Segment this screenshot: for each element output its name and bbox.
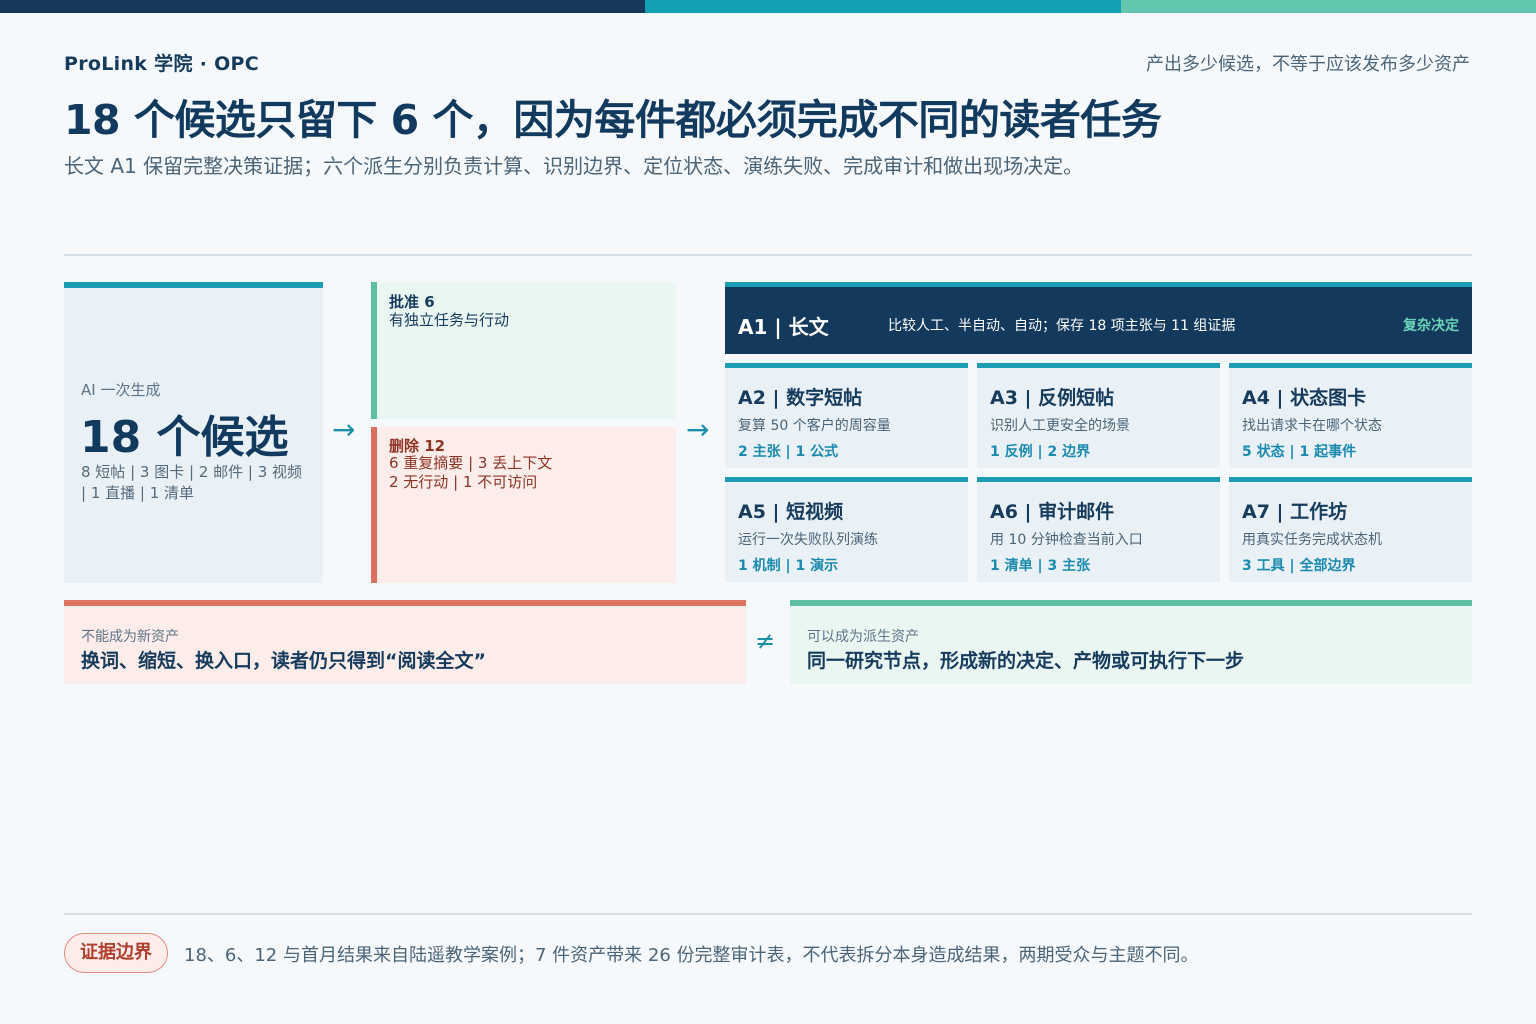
footer-divider (64, 913, 1472, 915)
footer-note: 18、6、12 与首月结果来自陆遥教学案例；7 件资产带来 26 份完整审计表，… (184, 945, 1199, 966)
evidence-boundary-badge: 证据边界 (64, 933, 168, 973)
asset-card-a6: A6 | 审计邮件 用 10 分钟检查当前入口 1 清单 | 3 主张 (977, 477, 1220, 582)
asset-card-desc: 识别人工更安全的场景 (990, 418, 1130, 434)
page-title: 18 个候选只留下 6 个，因为每件都必须完成不同的读者任务 (64, 96, 1162, 144)
brand-label: ProLink 学院 · OPC (64, 53, 260, 75)
top-divider (64, 254, 1472, 256)
asset-card-meta: 1 机制 | 1 演示 (738, 558, 839, 574)
can-label: 可以成为派生资产 (807, 629, 919, 645)
asset-card-desc: 复算 50 个客户的周容量 (738, 418, 891, 434)
main-asset-banner: A1 | 长文 比较人工、半自动、自动；保存 18 项主张与 11 组证据 复杂… (725, 282, 1472, 354)
tagline: 产出多少候选，不等于应该发布多少资产 (1146, 54, 1470, 75)
deleted-text: 6 重复摘要 | 3 丢上下文 2 无行动 | 1 不可访问 (389, 454, 674, 492)
asset-card-name: A2 | 数字短帖 (738, 387, 863, 409)
deleted-heading: 删除 12 (389, 437, 446, 455)
asset-card-a4: A4 | 状态图卡 找出请求卡在哪个状态 5 状态 | 1 起事件 (1229, 363, 1472, 468)
asset-card-meta: 5 状态 | 1 起事件 (1242, 444, 1357, 460)
top-bar-navy-segment (0, 0, 645, 13)
asset-card-meta: 1 清单 | 3 主张 (990, 558, 1091, 574)
main-asset-desc: 比较人工、半自动、自动；保存 18 项主张与 11 组证据 (888, 318, 1236, 334)
flow-arrow-icon: → (332, 413, 356, 446)
asset-card-name: A3 | 反例短帖 (990, 387, 1115, 409)
approved-box: 批准 6 有独立任务与行动 (371, 282, 676, 419)
deleted-box: 删除 12 6 重复摘要 | 3 丢上下文 2 无行动 | 1 不可访问 (371, 427, 676, 583)
cannot-label: 不能成为新资产 (81, 629, 179, 645)
main-asset-tag: 复杂决定 (1403, 318, 1459, 334)
asset-card-name: A4 | 状态图卡 (1242, 387, 1367, 409)
asset-card-name: A7 | 工作坊 (1242, 501, 1348, 523)
candidates-headline: 18 个候选 (80, 412, 289, 463)
asset-card-desc: 运行一次失败队列演练 (738, 532, 878, 548)
can-become-asset-box: 可以成为派生资产 同一研究节点，形成新的决定、产物或可执行下一步 (790, 600, 1472, 684)
asset-card-desc: 用 10 分钟检查当前入口 (990, 532, 1143, 548)
cannot-text: 换词、缩短、换入口，读者仍只得到“阅读全文” (81, 650, 486, 672)
deleted-line-2: 2 无行动 | 1 不可访问 (389, 473, 538, 491)
asset-card-meta: 1 反例 | 2 边界 (990, 444, 1091, 460)
flow-arrow-icon: → (686, 413, 710, 446)
asset-card-name: A5 | 短视频 (738, 501, 844, 523)
top-color-bar (0, 0, 1536, 13)
can-text: 同一研究节点，形成新的决定、产物或可执行下一步 (807, 650, 1245, 672)
page-subtitle: 长文 A1 保留完整决策证据；六个派生分别负责计算、识别边界、定位状态、演练失败… (64, 154, 1084, 178)
main-asset-name: A1 | 长文 (738, 315, 829, 339)
asset-card-meta: 2 主张 | 1 公式 (738, 444, 839, 460)
asset-card-a5: A5 | 短视频 运行一次失败队列演练 1 机制 | 1 演示 (725, 477, 968, 582)
candidates-detail: 8 短帖 | 3 图卡 | 2 邮件 | 3 视频 | 1 直播 | 1 清单 (81, 463, 303, 502)
deleted-line-1: 6 重复摘要 | 3 丢上下文 (389, 454, 553, 472)
asset-card-desc: 找出请求卡在哪个状态 (1242, 418, 1382, 434)
approved-text: 有独立任务与行动 (389, 311, 510, 329)
asset-card-meta: 3 工具 | 全部边界 (1242, 558, 1356, 574)
candidates-label: AI 一次生成 (81, 381, 161, 399)
asset-card-a2: A2 | 数字短帖 复算 50 个客户的周容量 2 主张 | 1 公式 (725, 363, 968, 468)
not-equal-icon: ≠ (755, 627, 776, 655)
asset-card-a3: A3 | 反例短帖 识别人工更安全的场景 1 反例 | 2 边界 (977, 363, 1220, 468)
candidates-box: AI 一次生成 18 个候选 8 短帖 | 3 图卡 | 2 邮件 | 3 视频… (64, 282, 323, 583)
top-bar-mint-segment (1121, 0, 1536, 13)
cannot-become-asset-box: 不能成为新资产 换词、缩短、换入口，读者仍只得到“阅读全文” (64, 600, 746, 684)
top-bar-teal-segment (645, 0, 1121, 13)
asset-card-name: A6 | 审计邮件 (990, 501, 1115, 523)
asset-card-a7: A7 | 工作坊 用真实任务完成状态机 3 工具 | 全部边界 (1229, 477, 1472, 582)
asset-card-desc: 用真实任务完成状态机 (1242, 532, 1382, 548)
